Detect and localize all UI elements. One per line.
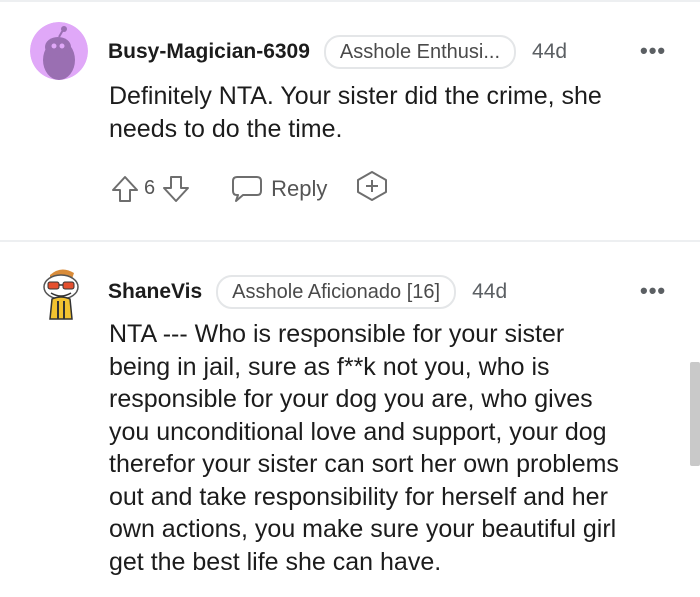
username[interactable]: Busy-Magician-6309 xyxy=(108,40,310,64)
timestamp[interactable]: 44d xyxy=(472,280,507,304)
avatar[interactable] xyxy=(36,263,86,321)
comment-line: out and take responsibility for herself … xyxy=(109,482,608,511)
award-button[interactable] xyxy=(355,170,389,207)
snoo-avatar-icon xyxy=(43,269,79,320)
more-options-button[interactable]: ••• xyxy=(640,278,666,304)
comment-line: therefor your sister can sort her own pr… xyxy=(109,450,619,478)
comment-line: NTA --- Who is responsible for your sist… xyxy=(109,320,565,348)
reply-label: Reply xyxy=(271,175,328,201)
comment-body: Definitely NTA. Your sister did the crim… xyxy=(109,80,602,145)
vote-count: 6 xyxy=(144,177,156,199)
upvote-icon[interactable] xyxy=(110,174,140,204)
timestamp[interactable]: 44d xyxy=(532,40,567,64)
comment-meta: ShaneVis Asshole Aficionado [16] 44d xyxy=(108,275,507,309)
snoo-avatar-icon xyxy=(30,22,88,80)
downvote-icon[interactable] xyxy=(161,174,191,204)
comment-actions: 6 Reply xyxy=(110,170,389,207)
top-divider xyxy=(0,0,700,2)
comment-body: NTA --- Who is responsible for your sist… xyxy=(109,318,619,578)
comment-divider xyxy=(0,240,700,242)
comment-line: being in jail, sure as f**k not you, who… xyxy=(109,352,550,381)
award-icon xyxy=(357,171,388,201)
comment-line: own actions, you make sure your beautifu… xyxy=(109,515,617,543)
avatar[interactable] xyxy=(30,22,88,80)
reply-button[interactable]: Reply xyxy=(231,175,327,203)
more-options-button[interactable]: ••• xyxy=(640,38,666,64)
comment-meta: Busy-Magician-6309 Asshole Enthusi... 44… xyxy=(108,35,567,69)
username[interactable]: ShaneVis xyxy=(108,280,202,304)
comment-line: get the best life she can have. xyxy=(109,547,442,576)
scrollbar[interactable] xyxy=(690,362,700,466)
user-flair: Asshole Enthusi... xyxy=(323,35,517,69)
comment-line: responsible for your dog you are, who gi… xyxy=(109,385,593,413)
comment-line: Definitely NTA. Your sister did the crim… xyxy=(109,82,602,110)
user-flair: Asshole Aficionado [16] xyxy=(216,275,457,309)
reply-icon xyxy=(232,175,263,202)
comment-line: you unconditional love and support, your… xyxy=(109,417,607,446)
comment-line: needs to do the time. xyxy=(109,114,343,143)
